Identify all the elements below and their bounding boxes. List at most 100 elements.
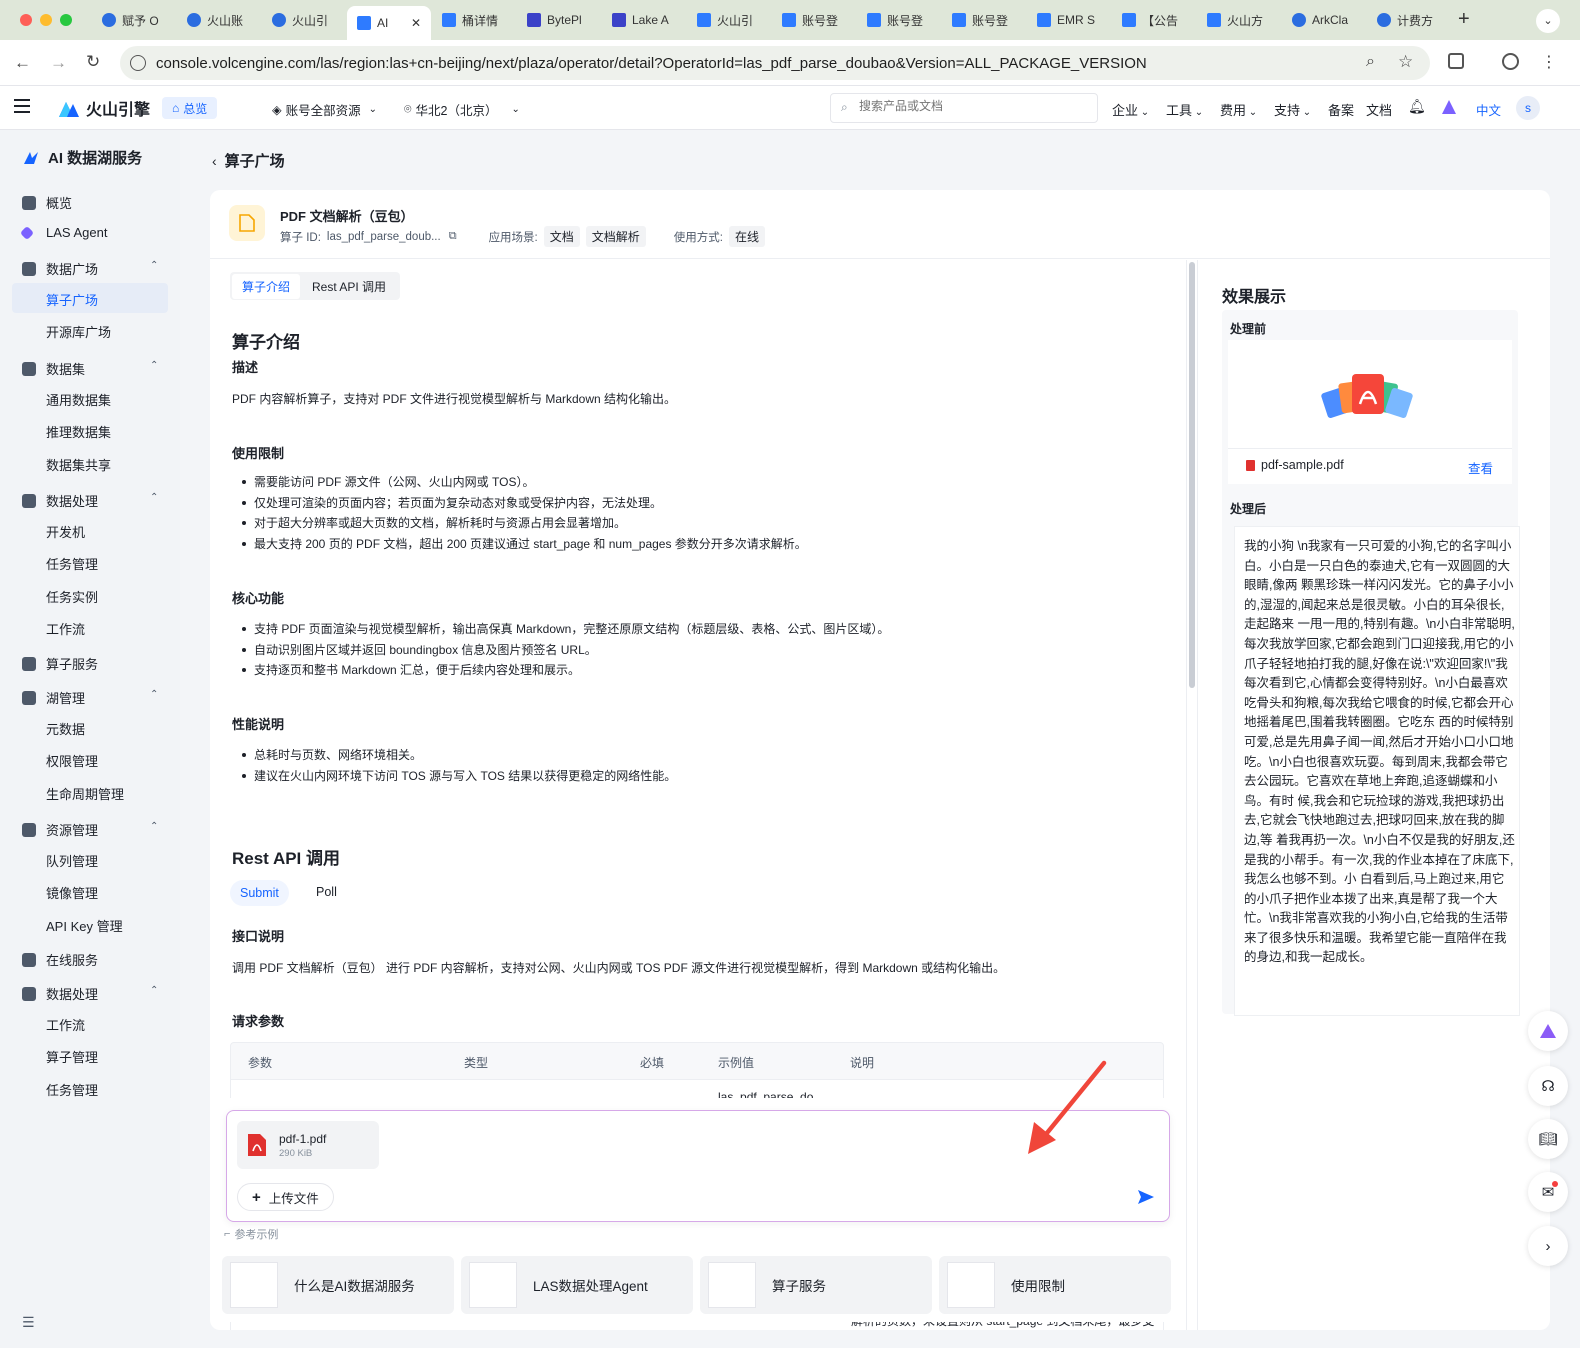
overview-button[interactable]: ⌂ 总览: [162, 97, 218, 119]
sidebar-item-las-agent[interactable]: LAS Agent: [19, 225, 107, 240]
scrollbar-thumb[interactable]: [1189, 262, 1195, 688]
browser-tab[interactable]: EMR S: [1027, 6, 1111, 34]
docs-button[interactable]: 📖︎: [1528, 1119, 1568, 1159]
chevron-up-icon[interactable]: ⌃: [150, 821, 158, 832]
nav-menu[interactable]: 工具 ⌄: [1166, 100, 1203, 119]
sidebar-group[interactable]: 数据处理: [22, 984, 98, 1003]
tab-rest-api[interactable]: Rest API 调用: [300, 274, 398, 299]
url-text[interactable]: console.volcengine.com/las/region:las+cn…: [156, 55, 1147, 72]
sidebar-item[interactable]: 通用数据集: [46, 390, 111, 409]
tab-submit[interactable]: Submit: [230, 880, 289, 906]
account-resource-select[interactable]: ◈ 账号全部资源 ⌄: [272, 100, 377, 119]
browser-tab[interactable]: 赋予 O: [92, 6, 176, 34]
language-switch[interactable]: 中文: [1476, 100, 1501, 119]
browser-tab[interactable]: 火山方: [1197, 6, 1281, 34]
tab-intro[interactable]: 算子介绍: [232, 273, 301, 299]
browser-tab[interactable]: BytePl: [517, 6, 601, 34]
assistant-avatar-icon[interactable]: [1440, 98, 1458, 116]
example-card[interactable]: LAS数据处理Agent: [461, 1256, 693, 1314]
browser-tab[interactable]: 计费方: [1367, 6, 1451, 34]
sidebar-group[interactable]: 数据广场: [22, 259, 98, 278]
sidebar-item[interactable]: 任务管理: [46, 1080, 98, 1099]
sidebar-item[interactable]: 工作流: [46, 619, 85, 638]
browser-tab[interactable]: 桶详情: [432, 6, 516, 34]
sidebar-item[interactable]: 算子管理: [46, 1047, 98, 1066]
sidebar-item[interactable]: 算子广场: [46, 290, 98, 309]
profile-icon[interactable]: [1502, 53, 1519, 70]
browser-tab[interactable]: 账号登: [772, 6, 856, 34]
browser-tab[interactable]: ArkCla: [1282, 6, 1366, 34]
sidebar-item[interactable]: API Key 管理: [46, 916, 123, 935]
sidebar-item[interactable]: 队列管理: [46, 851, 98, 870]
chevron-up-icon[interactable]: ⌃: [150, 985, 158, 996]
sidebar-item[interactable]: 元数据: [46, 719, 85, 738]
chevron-up-icon[interactable]: ⌃: [150, 360, 158, 371]
nav-link[interactable]: 文档: [1366, 100, 1392, 119]
example-card[interactable]: 使用限制: [939, 1256, 1171, 1314]
sidebar-item[interactable]: 镜像管理: [46, 883, 98, 902]
content-scrollbar[interactable]: [1186, 260, 1198, 1330]
sidebar-item[interactable]: 开发机: [46, 522, 85, 541]
bookmark-star-icon[interactable]: ☆: [1398, 52, 1413, 72]
user-avatar[interactable]: s: [1516, 96, 1540, 120]
minimize-window-button[interactable]: [40, 14, 52, 26]
sidebar-group[interactable]: 数据集: [22, 359, 85, 378]
sidebar-item[interactable]: 生命周期管理: [46, 784, 124, 803]
site-info-icon[interactable]: [130, 55, 146, 71]
region-select[interactable]: ⌾ 华北2（北京） ⌄: [404, 100, 520, 119]
sidebar-group[interactable]: 在线服务: [22, 950, 98, 969]
forward-icon[interactable]: →: [50, 53, 67, 73]
browser-tab[interactable]: Lake A: [602, 6, 686, 34]
extensions-icon[interactable]: [1448, 53, 1464, 69]
hamburger-menu-icon[interactable]: [14, 99, 30, 113]
reload-icon[interactable]: ↻: [86, 52, 100, 72]
browser-tab[interactable]: 账号登: [857, 6, 941, 34]
feedback-button[interactable]: ✉: [1528, 1172, 1568, 1212]
nav-link[interactable]: 备案: [1328, 100, 1354, 119]
sidebar-item[interactable]: 权限管理: [46, 751, 98, 770]
close-tab-icon[interactable]: ✕: [411, 16, 421, 30]
attached-file[interactable]: pdf-1.pdf 290 KiB: [237, 1121, 379, 1169]
sidebar-item[interactable]: 推理数据集: [46, 422, 111, 441]
tab-search-button[interactable]: ⌄: [1536, 9, 1560, 33]
browser-tab[interactable]: 【公告: [1112, 6, 1196, 34]
sidebar-item[interactable]: 数据集共享: [46, 455, 111, 474]
tab-poll[interactable]: Poll: [316, 885, 337, 899]
zoom-icon[interactable]: ⌕: [1366, 53, 1375, 71]
nav-menu[interactable]: 费用 ⌄: [1220, 100, 1257, 119]
brand-logo[interactable]: 火山引擎: [58, 96, 150, 120]
breadcrumb[interactable]: ‹ 算子广场: [212, 150, 285, 171]
browser-tab[interactable]: AI ✕: [347, 6, 431, 40]
collapse-sidebar-icon[interactable]: ☰: [22, 1314, 35, 1331]
browser-menu-icon[interactable]: ⋮: [1541, 52, 1557, 72]
view-link[interactable]: 查看: [1468, 458, 1493, 477]
back-icon[interactable]: ←: [14, 53, 31, 73]
chevron-up-icon[interactable]: ⌃: [150, 260, 158, 271]
sidebar-group[interactable]: 数据处理: [22, 491, 98, 510]
sidebar-item[interactable]: 工作流: [46, 1015, 85, 1034]
sidebar-item[interactable]: 开源库广场: [46, 322, 111, 341]
nav-menu[interactable]: 企业 ⌄: [1112, 100, 1149, 119]
browser-tab[interactable]: 火山引: [262, 6, 346, 34]
collapse-tools-button[interactable]: ›: [1528, 1226, 1568, 1266]
sidebar-group[interactable]: 湖管理: [22, 688, 85, 707]
nav-menu[interactable]: 支持 ⌄: [1274, 100, 1311, 119]
example-card[interactable]: 算子服务: [700, 1256, 932, 1314]
sidebar-item[interactable]: 任务实例: [46, 587, 98, 606]
new-tab-button[interactable]: +: [1458, 8, 1470, 31]
sidebar-item[interactable]: 任务管理: [46, 554, 98, 573]
chevron-up-icon[interactable]: ⌃: [150, 689, 158, 700]
zoom-window-button[interactable]: [60, 14, 72, 26]
send-icon[interactable]: [1137, 1189, 1155, 1205]
sidebar-group[interactable]: 资源管理: [22, 820, 98, 839]
example-card[interactable]: 什么是AI数据湖服务: [222, 1256, 454, 1314]
close-window-button[interactable]: [20, 14, 32, 26]
support-button[interactable]: ☊: [1528, 1066, 1568, 1106]
browser-tab[interactable]: 账号登: [942, 6, 1026, 34]
bell-icon[interactable]: 🔔︎: [1408, 98, 1426, 115]
copy-icon[interactable]: ⧉: [449, 230, 457, 243]
browser-tab[interactable]: 火山账: [177, 6, 261, 34]
browser-tab[interactable]: 火山引: [687, 6, 771, 34]
upload-file-button[interactable]: + 上传文件: [237, 1183, 334, 1211]
sidebar-group[interactable]: 算子服务: [22, 654, 98, 673]
